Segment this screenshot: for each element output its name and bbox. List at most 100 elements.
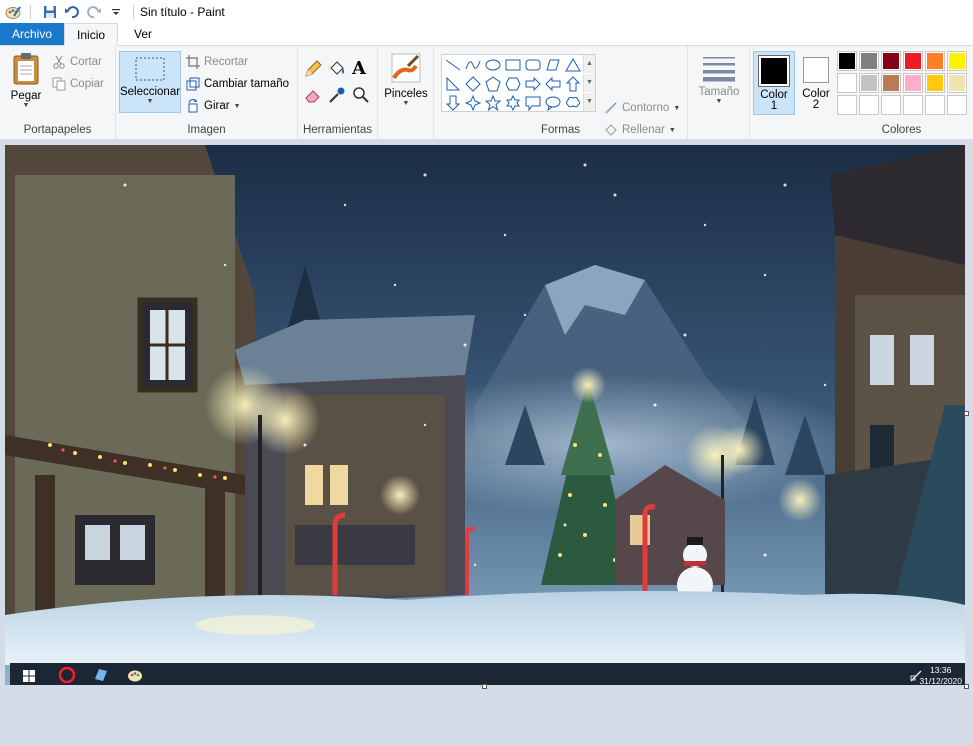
pencil-icon[interactable] xyxy=(304,60,324,80)
canvas-area[interactable]: 13:36 31/12/2020 xyxy=(0,141,973,745)
palette-color-swatch[interactable] xyxy=(837,73,857,93)
copy-label: Copiar xyxy=(70,78,104,90)
pentagon-shape-icon[interactable] xyxy=(484,75,502,93)
line-shape-icon[interactable] xyxy=(444,56,462,74)
select-button[interactable]: Seleccionar ▼ xyxy=(119,51,181,113)
down-arrow-shape-icon[interactable] xyxy=(444,94,462,112)
crop-label: Recortar xyxy=(204,56,249,68)
shapes-expand[interactable]: ▼ xyxy=(583,93,595,111)
canvas-resize-handle-bottom[interactable] xyxy=(482,684,487,689)
color2-button[interactable]: Color 2 xyxy=(797,51,835,115)
rectangle-shape-icon[interactable] xyxy=(504,56,522,74)
outline-icon xyxy=(605,102,617,114)
colors-group: Color 1 Color 2 Colores xyxy=(750,46,973,140)
palette-color-swatch[interactable] xyxy=(859,95,879,115)
crop-button[interactable]: Recortar xyxy=(186,52,248,72)
shapes-scroll-down[interactable]: ▼ xyxy=(583,74,595,92)
fill-button[interactable]: Rellenar ▼ xyxy=(604,120,676,140)
fill-bucket-icon[interactable] xyxy=(328,60,348,80)
palette-color-swatch[interactable] xyxy=(947,51,967,71)
palette-color-swatch[interactable] xyxy=(837,51,857,71)
polygon-shape-icon[interactable] xyxy=(544,56,562,74)
palette-color-swatch[interactable] xyxy=(925,51,945,71)
image-group: Seleccionar ▼ Recortar Cambiar tamaño Gi… xyxy=(116,46,298,140)
chevron-down-icon: ▼ xyxy=(402,100,410,107)
paint-app-icon[interactable] xyxy=(4,3,22,21)
color2-swatch xyxy=(803,57,829,83)
chevron-down-icon: ▼ xyxy=(22,102,30,109)
hexagon-shape-icon[interactable] xyxy=(504,75,522,93)
cut-button[interactable]: Cortar xyxy=(52,52,102,72)
oval-callout-shape-icon[interactable] xyxy=(544,94,562,112)
palette-color-swatch[interactable] xyxy=(881,73,901,93)
paint-taskbar-icon[interactable] xyxy=(122,663,148,685)
palette-color-swatch[interactable] xyxy=(903,73,923,93)
right-arrow-shape-icon[interactable] xyxy=(524,75,542,93)
palette-color-swatch[interactable] xyxy=(859,51,879,71)
paste-button[interactable]: Pegar ▼ xyxy=(6,52,46,109)
brushes-button[interactable]: Pinceles ▼ xyxy=(382,52,430,107)
redo-icon[interactable] xyxy=(85,3,103,21)
text-icon[interactable]: A xyxy=(352,58,372,80)
shapes-scroll-up[interactable]: ▲ xyxy=(583,55,595,73)
outline-label: Contorno xyxy=(622,102,670,114)
color-picker-icon[interactable] xyxy=(328,86,348,106)
tab-archivo[interactable]: Archivo xyxy=(0,23,65,45)
clipboard-group-label: Portapapeles xyxy=(23,124,92,136)
notepad-icon[interactable] xyxy=(88,663,114,685)
magnifier-icon[interactable] xyxy=(352,86,372,106)
triangle-shape-icon[interactable] xyxy=(564,56,582,74)
color1-button[interactable]: Color 1 xyxy=(753,51,795,115)
tab-ver[interactable]: Ver xyxy=(122,23,164,45)
windows-start-icon[interactable] xyxy=(16,663,42,685)
right-triangle-shape-icon[interactable] xyxy=(444,75,462,93)
palette-color-swatch[interactable] xyxy=(903,51,923,71)
taskbar-clock[interactable]: 13:36 31/12/2020 xyxy=(919,665,962,685)
up-arrow-shape-icon[interactable] xyxy=(564,75,582,93)
crop-icon xyxy=(186,55,200,69)
resize-icon xyxy=(186,77,200,91)
copy-icon xyxy=(52,77,66,91)
chevron-down-icon: ▼ xyxy=(146,98,154,105)
palette-color-swatch[interactable] xyxy=(903,95,923,115)
outline-button[interactable]: Contorno ▼ xyxy=(604,98,680,118)
left-arrow-shape-icon[interactable] xyxy=(544,75,562,93)
palette-color-swatch[interactable] xyxy=(925,95,945,115)
christmas-village-picture xyxy=(5,145,965,685)
oval-shape-icon[interactable] xyxy=(484,56,502,74)
opera-browser-icon[interactable] xyxy=(54,663,80,685)
undo-icon[interactable] xyxy=(63,3,81,21)
palette-color-swatch[interactable] xyxy=(881,51,901,71)
canvas-resize-handle-right[interactable] xyxy=(964,411,969,416)
curve-shape-icon[interactable] xyxy=(464,56,482,74)
four-point-star-shape-icon[interactable] xyxy=(464,94,482,112)
image-canvas[interactable]: 13:36 31/12/2020 xyxy=(5,145,965,685)
palette-color-swatch[interactable] xyxy=(947,73,967,93)
palette-color-swatch[interactable] xyxy=(881,95,901,115)
save-icon[interactable] xyxy=(41,3,59,21)
rotate-button[interactable]: Girar ▼ xyxy=(186,96,241,116)
palette-color-swatch[interactable] xyxy=(947,95,967,115)
resize-label: Cambiar tamaño xyxy=(204,78,290,90)
palette-color-swatch[interactable] xyxy=(925,73,945,93)
diamond-shape-icon[interactable] xyxy=(464,75,482,93)
rounded-rectangle-shape-icon[interactable] xyxy=(524,56,542,74)
chevron-down-icon: ▼ xyxy=(668,126,676,134)
six-point-star-shape-icon[interactable] xyxy=(504,94,522,112)
palette-color-swatch[interactable] xyxy=(859,73,879,93)
taskbar: 13:36 31/12/2020 xyxy=(10,663,965,685)
customize-quick-access-icon[interactable] xyxy=(107,3,125,21)
eraser-icon[interactable] xyxy=(304,86,324,106)
five-point-star-shape-icon[interactable] xyxy=(484,94,502,112)
canvas-resize-handle-corner[interactable] xyxy=(964,684,969,689)
rectangular-callout-shape-icon[interactable] xyxy=(524,94,542,112)
palette-color-swatch[interactable] xyxy=(837,95,857,115)
resize-button[interactable]: Cambiar tamaño xyxy=(186,74,289,94)
selection-icon xyxy=(135,57,165,81)
tab-inicio[interactable]: Inicio xyxy=(64,23,119,46)
paste-label: Pegar xyxy=(10,90,42,102)
copy-button[interactable]: Copiar xyxy=(52,74,104,94)
chevron-down-icon: ▼ xyxy=(233,102,241,110)
size-button[interactable]: Tamaño ▼ xyxy=(696,54,742,105)
cloud-callout-shape-icon[interactable] xyxy=(564,94,582,112)
